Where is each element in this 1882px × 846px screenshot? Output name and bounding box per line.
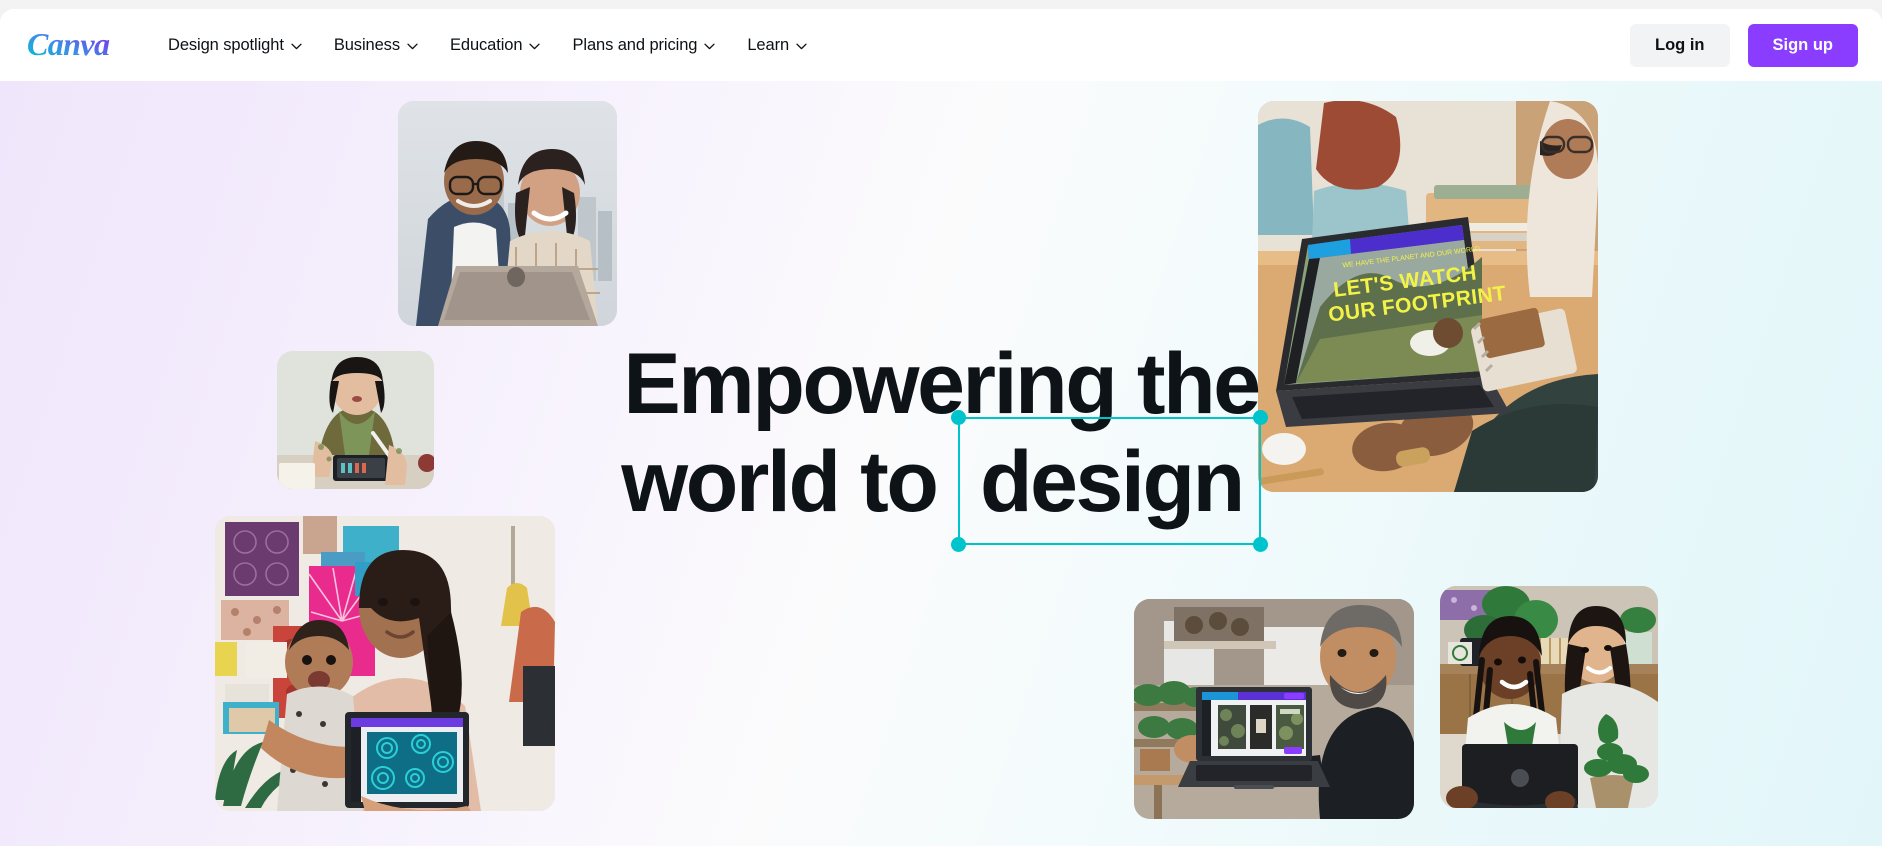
chevron-down-icon: [704, 43, 716, 49]
photo-person-laptop-footprint: LET'S WATCH OUR FOOTPRINT WE HAVE THE PL…: [1258, 101, 1598, 492]
nav-label: Plans and pricing: [572, 35, 698, 54]
photo-two-women-plant-shop: [1440, 586, 1658, 808]
chevron-down-icon: [291, 43, 302, 49]
headline-selected-word: design: [979, 434, 1245, 530]
canva-logo[interactable]: Canva: [26, 25, 122, 65]
nav-label: Learn: [747, 35, 790, 54]
nav-item-design-spotlight[interactable]: Design spotlight: [152, 28, 318, 63]
nav-label: Design spotlight: [168, 35, 284, 54]
selection-handle-bottom-left[interactable]: [950, 537, 966, 552]
nav-label: Education: [449, 35, 523, 54]
nav-item-plans-and-pricing[interactable]: Plans and pricing: [556, 28, 731, 63]
nav-label: Business: [333, 35, 400, 54]
login-button[interactable]: Log in: [1630, 23, 1730, 67]
hero-section: LET'S WATCH OUR FOOTPRINT WE HAVE THE PL…: [0, 81, 1882, 846]
headline-selected-word-wrapper[interactable]: design: [950, 410, 1268, 552]
nav-item-education[interactable]: Education: [434, 28, 557, 63]
header-actions: Log in Sign up: [1630, 9, 1858, 81]
headline-prefix: world to: [621, 434, 939, 530]
main-nav: Design spotlight Business Education Plan…: [152, 9, 823, 81]
site-header: Canva Design spotlight Business Educatio…: [0, 9, 1882, 81]
signup-button[interactable]: Sign up: [1747, 23, 1858, 67]
browser-chrome-strip: [0, 0, 1882, 9]
chevron-down-icon: [529, 43, 541, 49]
page-surface: Canva Design spotlight Business Educatio…: [0, 9, 1882, 846]
photo-mother-baby-tablet: [215, 516, 555, 811]
selection-handle-top-left[interactable]: [950, 410, 966, 425]
photo-man-laptop-plants: [1134, 599, 1414, 819]
selection-handle-bottom-right[interactable]: [1252, 537, 1268, 552]
photo-woman-tablet-drawing: [277, 351, 434, 489]
nav-item-business[interactable]: Business: [318, 28, 434, 63]
selection-box: [950, 410, 1268, 552]
svg-text:Canva: Canva: [27, 26, 110, 62]
chevron-down-icon: [796, 43, 807, 49]
nav-item-learn[interactable]: Learn: [731, 28, 823, 63]
chevron-down-icon: [407, 43, 418, 49]
photo-two-people-laptop: [398, 101, 617, 326]
